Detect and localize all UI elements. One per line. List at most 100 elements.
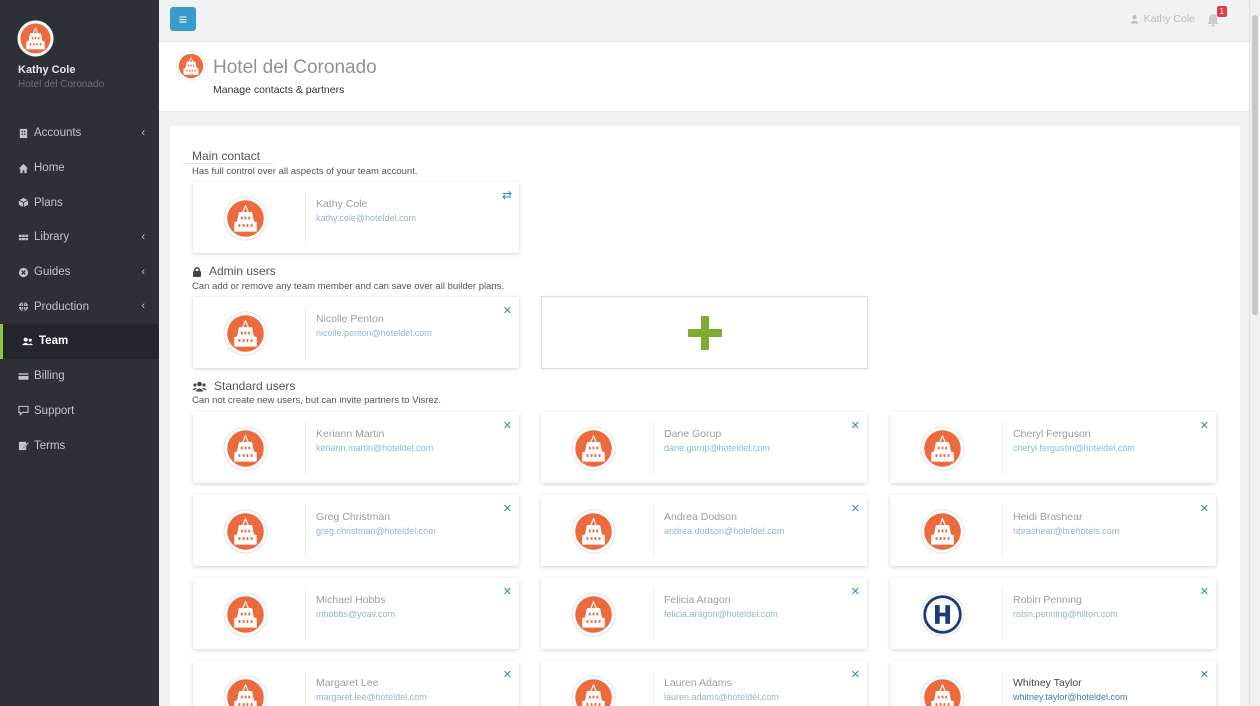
menu-toggle-button[interactable]: ≡ <box>170 7 196 31</box>
remove-icon[interactable]: ✕ <box>1200 585 1209 598</box>
card-divider <box>305 422 306 474</box>
avatar <box>920 675 965 706</box>
contact-email[interactable]: lauren.adams@hoteldel.com <box>664 692 779 702</box>
contact-email[interactable]: kathy.cole@hoteldel.com <box>316 213 416 223</box>
avatar <box>920 592 965 637</box>
remove-icon[interactable]: ✕ <box>1200 502 1209 515</box>
sidebar-hotel-name: Hotel del Coronado <box>18 79 105 90</box>
chat-icon <box>18 406 29 417</box>
contact-email[interactable]: margaret.lee@hoteldel.com <box>316 692 427 702</box>
remove-icon[interactable]: ✕ <box>1200 419 1209 432</box>
contact-email[interactable]: dane.gorup@hoteldel.com <box>664 443 770 453</box>
avatar <box>223 675 268 706</box>
sidebar-item-home[interactable]: Home <box>0 151 159 186</box>
remove-icon[interactable]: ✕ <box>851 668 860 681</box>
main-contact-description: Has full control over all aspects of you… <box>192 166 418 177</box>
remove-icon[interactable]: ✕ <box>503 668 512 681</box>
remove-icon[interactable]: ✕ <box>503 502 512 515</box>
section-title-text: Standard users <box>214 379 296 393</box>
page-title: Hotel del Coronado <box>213 57 377 78</box>
contact-name: Keriann Martin <box>316 428 385 440</box>
standard-user-card[interactable]: Robin Penning robin.penning@hilton.com ✕ <box>890 578 1216 649</box>
standard-user-card[interactable]: Whitney Taylor whitney.taylor@hoteldel.co… <box>890 661 1216 706</box>
compass-icon <box>18 267 29 277</box>
contact-email[interactable]: andrea.dodson@hoteldel.com <box>664 526 784 536</box>
hotel-logo <box>176 51 206 81</box>
avatar <box>571 509 616 554</box>
sidebar-item-label: Terms <box>34 439 66 452</box>
contact-name: Nicolle Penton <box>316 313 384 325</box>
user-menu[interactable]: Kathy Cole <box>1130 13 1195 25</box>
standard-user-card[interactable]: Michael Hobbs mhobbs@yoav.com ✕ <box>193 578 519 649</box>
standard-user-card[interactable]: Felicia Aragon felicia.aragon@hoteldel.co… <box>541 578 867 649</box>
standard-user-card[interactable]: Lauren Adams lauren.adams@hoteldel.com ✕ <box>541 661 867 706</box>
chevron-left-icon: ‹ <box>141 231 145 244</box>
contact-email[interactable]: whitney.taylor@hoteldel.com <box>1013 692 1128 702</box>
sidebar-item-library[interactable]: Library ‹ <box>0 220 159 255</box>
divider <box>183 163 273 164</box>
sidebar-item-billing[interactable]: Billing <box>0 359 159 394</box>
contact-email[interactable]: keriann.martin@hoteldel.com <box>316 443 433 453</box>
sidebar-user-name: Kathy Cole <box>18 64 76 76</box>
sidebar-item-production[interactable]: Production ‹ <box>0 289 159 324</box>
remove-icon[interactable]: ✕ <box>851 419 860 432</box>
sidebar-item-support[interactable]: Support <box>0 394 159 429</box>
contact-email[interactable]: hbrashear@brehotels.com <box>1013 526 1119 536</box>
sidebar-item-accounts[interactable]: Accounts ‹ <box>0 116 159 151</box>
contact-email[interactable]: mhobbs@yoav.com <box>316 609 395 619</box>
contact-name: Lauren Adams <box>664 677 732 689</box>
contact-email[interactable]: felicia.aragon@hoteldel.com <box>664 609 778 619</box>
main-contact-title: Main contact <box>192 149 260 163</box>
avatar <box>571 675 616 706</box>
avatar <box>223 509 268 554</box>
grid-icon <box>18 234 29 241</box>
contact-email[interactable]: nicolle.penton@hoteldel.com <box>316 328 432 338</box>
sidebar-item-plans[interactable]: Plans <box>0 185 159 220</box>
avatar <box>920 509 965 554</box>
add-admin-button[interactable] <box>541 296 868 369</box>
remove-icon[interactable]: ✕ <box>503 419 512 432</box>
standard-user-card[interactable]: Heidi Brashear hbrashear@brehotels.com ✕ <box>890 495 1216 566</box>
page-scrollbar[interactable] <box>1249 0 1260 706</box>
sidebar-item-terms[interactable]: Terms <box>0 428 159 463</box>
sidebar-item-guides[interactable]: Guides ‹ <box>0 255 159 290</box>
remove-icon[interactable]: ✕ <box>503 304 512 317</box>
remove-icon[interactable]: ✕ <box>851 502 860 515</box>
contact-name: Margaret Lee <box>316 677 379 689</box>
home-icon <box>18 163 29 173</box>
users-icon <box>22 337 33 346</box>
page-subtitle: Manage contacts & partners <box>213 84 345 96</box>
contact-email[interactable]: greg.christman@hoteldel.com <box>316 526 436 536</box>
contact-name: Dane Gorup <box>664 428 722 440</box>
remove-icon[interactable]: ✕ <box>851 585 860 598</box>
page-header: Hotel del Coronado Manage contacts & par… <box>159 42 1249 112</box>
standard-user-card[interactable]: Margaret Lee margaret.lee@hoteldel.com ✕ <box>193 661 519 706</box>
sidebar-item-label: Accounts <box>34 127 82 140</box>
sidebar-item-label: Home <box>34 162 65 175</box>
admin-user-card[interactable]: Nicolle Penton nicolle.penton@hoteldel.c… <box>193 297 519 368</box>
sidebar-item-team[interactable]: Team <box>0 324 159 359</box>
section-title-text: Admin users <box>209 264 276 278</box>
standard-user-card[interactable]: Greg Christman greg.christman@hoteldel.co… <box>193 495 519 566</box>
card-divider <box>1002 671 1003 706</box>
standard-user-card[interactable]: Cheryl Ferguson cheryl.ferguson@hoteldel.… <box>890 412 1216 483</box>
admin-users-description: Can add or remove any team member and ca… <box>192 281 505 292</box>
avatar <box>223 311 268 356</box>
remove-icon[interactable]: ✕ <box>1200 668 1209 681</box>
main-contact-card[interactable]: Kathy Cole kathy.cole@hoteldel.com ⇄ <box>193 182 519 253</box>
avatar <box>920 426 965 471</box>
standard-user-card[interactable]: Keriann Martin keriann.martin@hoteldel.co… <box>193 412 519 483</box>
scroll-thumb[interactable] <box>1252 15 1258 315</box>
avatar <box>223 426 268 471</box>
card-divider <box>1002 588 1003 640</box>
standard-user-card[interactable]: Dane Gorup dane.gorup@hoteldel.com ✕ <box>541 412 867 483</box>
cube-icon <box>18 198 29 208</box>
transfer-icon[interactable]: ⇄ <box>502 188 512 202</box>
contact-email[interactable]: robin.penning@hilton.com <box>1013 609 1118 619</box>
credit-card-icon <box>18 372 29 380</box>
chevron-left-icon: ‹ <box>141 300 145 313</box>
contact-email[interactable]: cheryl.ferguson@hoteldel.com <box>1013 443 1135 453</box>
card-divider <box>1002 505 1003 557</box>
standard-user-card[interactable]: Andrea Dodson andrea.dodson@hoteldel.com ✕ <box>541 495 867 566</box>
remove-icon[interactable]: ✕ <box>503 585 512 598</box>
